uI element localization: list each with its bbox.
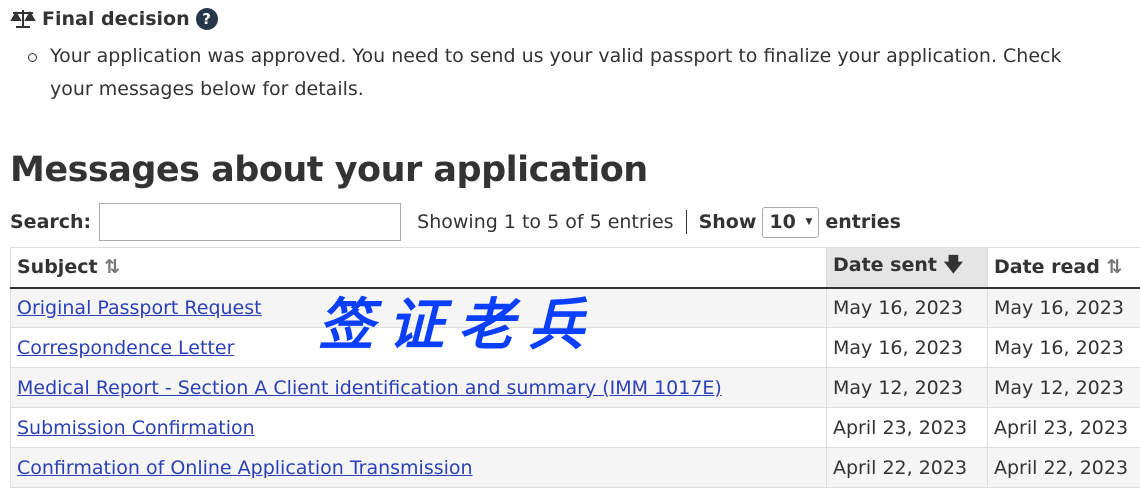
date-sent-cell: April 22, 2023 [826,447,988,488]
subject-cell: Confirmation of Online Application Trans… [10,447,827,488]
column-subject[interactable]: Subject ⇅ [10,247,827,289]
page-size-select[interactable]: 10 ▼ [762,206,820,238]
scales-icon [10,10,36,28]
page-size-value: 10 [769,211,796,233]
entries-label: entries [825,211,901,233]
table-row: Confirmation of Online Application Trans… [10,447,1140,488]
message-link[interactable]: Correspondence Letter [17,337,234,359]
message-link[interactable]: Confirmation of Online Application Trans… [17,457,473,479]
entries-info: Showing 1 to 5 of 5 entries [417,211,674,233]
subject-cell: Original Passport Request [10,287,827,328]
message-link[interactable]: Submission Confirmation [17,417,255,439]
sort-desc-icon: 🡇 [943,254,964,277]
show-label: Show [698,211,757,233]
messages-table: Subject ⇅ Date sent 🡇 Date read ⇅ Origin… [10,247,1140,488]
divider [685,210,687,234]
table-row: Submission Confirmation April 23, 2023 Apr… [10,407,1140,448]
date-read-cell: April 23, 2023 [987,407,1140,448]
subject-cell: Medical Report - Section A Client identi… [10,367,827,408]
subject-cell: Correspondence Letter [10,327,827,368]
sort-icon: ⇅ [1106,256,1123,279]
final-decision-title: Final decision [42,8,190,30]
date-sent-cell: May 12, 2023 [826,367,988,408]
final-decision-heading: Final decision ? [10,8,218,30]
date-sent-cell: May 16, 2023 [826,327,988,368]
message-link[interactable]: Original Passport Request [17,297,262,319]
decision-text: Your application was approved. You need … [28,40,1110,106]
subject-cell: Submission Confirmation [10,407,827,448]
help-icon[interactable]: ? [195,8,218,30]
date-read-cell: May 16, 2023 [987,287,1140,328]
table-row: Correspondence Letter May 16, 2023 May 16,… [10,327,1140,368]
column-date-sent[interactable]: Date sent 🡇 [826,247,988,289]
date-sent-cell: May 16, 2023 [826,287,988,328]
message-link[interactable]: Medical Report - Section A Client identi… [17,377,722,399]
date-read-cell: April 22, 2023 [987,447,1140,488]
page-title: Messages about your application [10,150,648,190]
date-read-cell: May 16, 2023 [987,327,1140,368]
table-controls: Search: Showing 1 to 5 of 5 entries Show… [10,203,909,241]
table-row: Medical Report - Section A Client identi… [10,367,1140,408]
table-row: Original Passport Request May 16, 2023 May… [10,287,1140,328]
sort-icon: ⇅ [104,256,121,279]
chevron-down-icon: ▼ [805,217,813,227]
column-date-read[interactable]: Date read ⇅ [987,247,1140,289]
search-label: Search: [10,211,92,233]
date-sent-cell: April 23, 2023 [826,407,988,448]
date-read-cell: May 12, 2023 [987,367,1140,408]
search-input[interactable] [99,203,402,241]
